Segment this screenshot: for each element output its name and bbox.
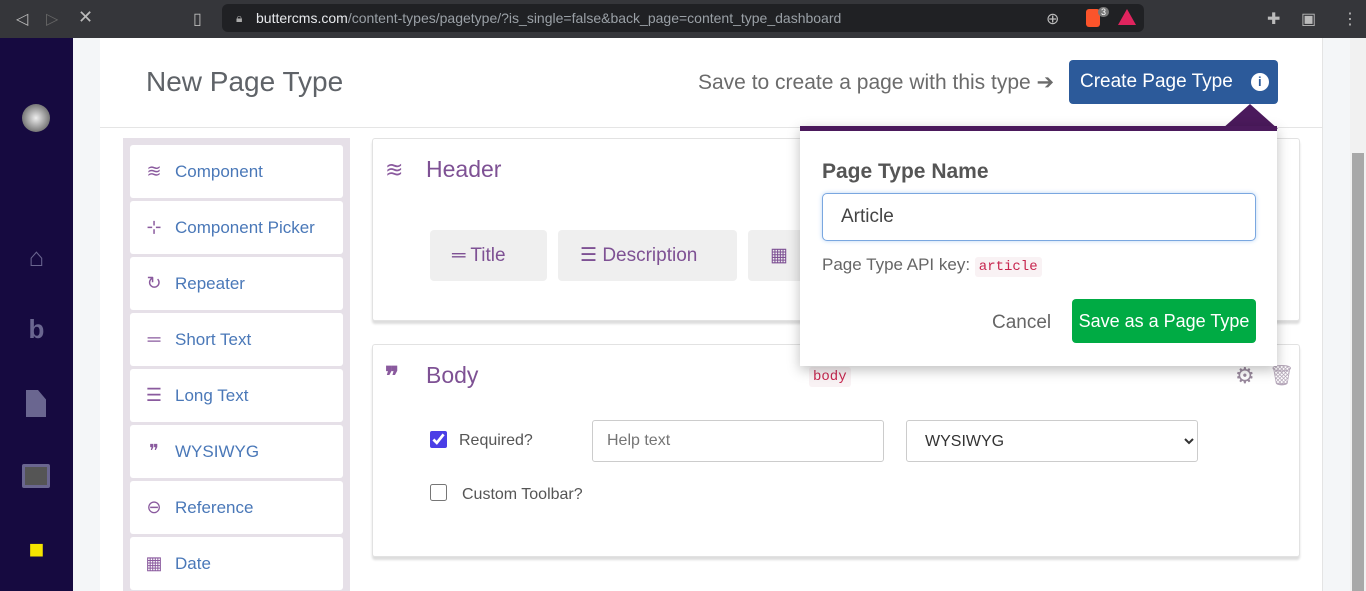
field-type-repeater[interactable]: ↻ Repeater (130, 257, 343, 310)
chip-label: Title (470, 245, 506, 266)
menu-icon[interactable]: ⋮ (1342, 9, 1358, 29)
url-path: /content-types/pagetype/?is_single=false… (347, 10, 842, 26)
cancel-button[interactable]: Cancel (992, 312, 1051, 334)
page-type-name-input[interactable] (822, 193, 1256, 241)
page-type-name-popover: Page Type Name Page Type API key: articl… (800, 126, 1277, 366)
grid-icon[interactable] (22, 464, 50, 488)
rewards-icon[interactable] (1118, 9, 1136, 25)
wallet-icon[interactable]: ▣ (1301, 9, 1316, 29)
card-title: Body (426, 362, 479, 388)
redo-icon: ↻ (146, 273, 162, 293)
field-type-label: Repeater (175, 274, 245, 293)
address-bar[interactable]: buttercms.com/content-types/pagetype/?is… (222, 4, 1144, 32)
quote-icon: ❞ (149, 441, 159, 461)
forward-icon[interactable]: ▷ (46, 9, 58, 29)
field-type-wysiwyg[interactable]: ❞ WYSIWYG (130, 425, 343, 478)
right-gutter (1322, 38, 1350, 591)
extensions-icon[interactable]: ✚ (1267, 9, 1280, 29)
chip-label: Description (602, 245, 698, 266)
lock-icon: 🔒︎ (236, 11, 243, 25)
save-as-page-type-button[interactable]: Save as a Page Type (1072, 299, 1256, 343)
layers-icon: ≋ (385, 157, 404, 182)
trash-icon[interactable]: 🗑︎ (1269, 363, 1294, 388)
long-text-icon: ☰ (145, 385, 163, 405)
create-page-type-button[interactable]: Create Page Type i (1069, 60, 1278, 104)
field-type-label: WYSIWYG (175, 442, 260, 461)
create-label: Create Page Type (1080, 71, 1233, 92)
api-key-value: article (974, 257, 1042, 277)
url-host: buttercms.com (256, 10, 348, 26)
info-icon[interactable]: i (1250, 73, 1269, 91)
stop-icon[interactable]: ✕ (78, 7, 93, 28)
field-type-label: Short Text (175, 330, 252, 349)
content-types-icon[interactable]: ■ (0, 534, 73, 565)
field-type-long-text[interactable]: ☰ Long Text (130, 369, 343, 422)
field-type-short-text[interactable]: ═ Short Text (130, 313, 343, 366)
required-checkbox[interactable] (430, 431, 447, 448)
chip-date[interactable]: ▦ (748, 230, 808, 281)
blog-icon[interactable]: b (0, 314, 73, 345)
browser-toolbar: ◁ ▷ ✕ ▯ buttercms.com/content-types/page… (0, 0, 1366, 38)
save-hint-text: Save to create a page with this type (698, 71, 1031, 94)
popover-label: Page Type Name (822, 160, 989, 183)
long-text-icon: ☰ (580, 245, 603, 266)
field-type-reference[interactable]: ⊖ Reference (130, 481, 343, 534)
shield-count: 3 (1098, 7, 1110, 17)
short-text-icon: ═ (147, 329, 161, 349)
save-hint: Save to create a page with this type ➔ (698, 70, 1054, 95)
field-type-component-picker[interactable]: ⊹ Component Picker (130, 201, 343, 254)
field-type-date[interactable]: ▦ Date (130, 537, 343, 590)
page-icon[interactable] (26, 390, 46, 417)
zoom-icon[interactable]: ⊕ (1046, 9, 1059, 29)
custom-toolbar-label: Custom Toolbar? (462, 486, 583, 503)
gutter (73, 38, 100, 591)
api-key-label: Page Type API key: (822, 255, 971, 274)
scrollbar-thumb[interactable] (1352, 153, 1364, 591)
bookmark-icon[interactable]: ▯ (193, 9, 202, 29)
required-label: Required? (459, 432, 533, 449)
app-sidebar: ⌂ b ■ (0, 38, 73, 591)
arrow-right-icon: ➔ (1036, 71, 1055, 94)
link-icon: ⊖ (146, 497, 162, 517)
chip-title[interactable]: ═ Title (430, 230, 547, 281)
home-icon[interactable]: ⌂ (0, 242, 73, 273)
custom-toolbar-checkbox[interactable] (430, 484, 447, 501)
field-type-label: Long Text (175, 386, 249, 405)
field-type-label: Component Picker (175, 218, 315, 237)
field-type-label: Component (175, 162, 263, 181)
card-title: Header (426, 156, 502, 182)
calendar-icon: ▦ (145, 553, 163, 573)
body-field-card: ❞ Body body ⚙ 🗑︎ Required? WYSIWYG Custo… (372, 344, 1300, 557)
field-type-select[interactable]: WYSIWYG (906, 420, 1198, 462)
avatar[interactable] (22, 104, 50, 132)
back-icon[interactable]: ◁ (16, 9, 28, 29)
api-key-badge: body (809, 367, 851, 387)
chip-description[interactable]: ☰ Description (558, 230, 737, 281)
short-text-icon: ═ (452, 245, 471, 266)
layers-icon: ≋ (146, 161, 162, 181)
help-text-input[interactable] (592, 420, 884, 462)
gear-icon[interactable]: ⚙ (1235, 363, 1255, 389)
field-type-component[interactable]: ≋ Component (130, 145, 343, 198)
field-type-label: Date (175, 554, 211, 573)
layers-plus-icon: ⊹ (146, 217, 162, 237)
quote-icon: ❞ (385, 361, 399, 391)
field-type-label: Reference (175, 498, 254, 517)
calendar-icon: ▦ (770, 245, 788, 266)
page-title: New Page Type (146, 66, 344, 97)
